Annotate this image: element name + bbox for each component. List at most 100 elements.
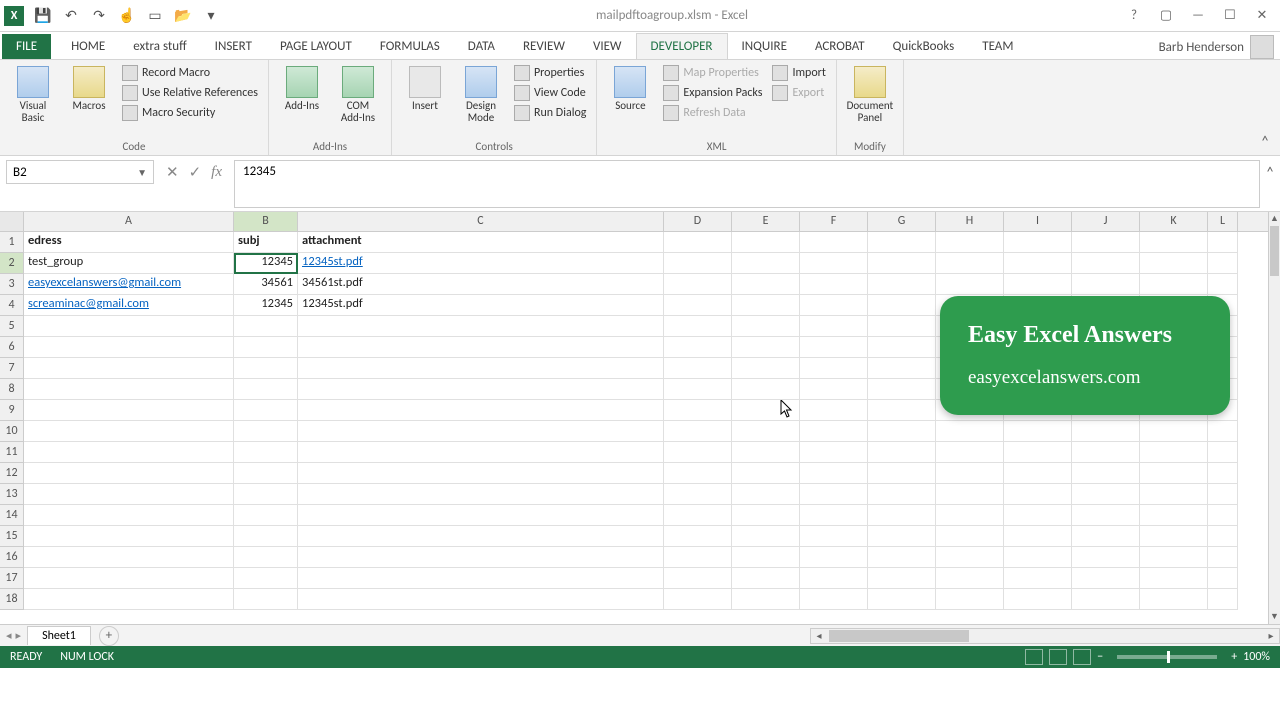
cell-I16[interactable] [1004, 547, 1072, 568]
normal-view-icon[interactable] [1025, 649, 1043, 665]
row-header-18[interactable]: 18 [0, 589, 24, 610]
cell-A3[interactable]: easyexcelanswers@gmail.com [24, 274, 234, 295]
cell-E9[interactable] [732, 400, 800, 421]
row-header-10[interactable]: 10 [0, 421, 24, 442]
open-file-icon[interactable]: 📂 [170, 3, 196, 29]
new-file-icon[interactable]: ▭ [142, 3, 168, 29]
insert-function-icon[interactable]: fx [211, 164, 222, 181]
cell-G10[interactable] [868, 421, 936, 442]
tab-insert[interactable]: INSERT [201, 34, 266, 59]
cell-K2[interactable] [1140, 253, 1208, 274]
cell-C13[interactable] [298, 484, 664, 505]
cell-B1[interactable]: subj [234, 232, 298, 253]
cell-B10[interactable] [234, 421, 298, 442]
cell-J10[interactable] [1072, 421, 1140, 442]
zoom-slider[interactable] [1117, 655, 1217, 659]
row-header-15[interactable]: 15 [0, 526, 24, 547]
column-header-L[interactable]: L [1208, 212, 1238, 231]
cell-H12[interactable] [936, 463, 1004, 484]
expansion-packs-button[interactable]: Expansion Packs [661, 84, 764, 102]
expand-formula-bar-icon[interactable]: ˄ [1260, 160, 1280, 183]
collapse-ribbon-icon[interactable]: ˄ [1256, 133, 1274, 151]
cell-D8[interactable] [664, 379, 732, 400]
row-header-12[interactable]: 12 [0, 463, 24, 484]
cell-F8[interactable] [800, 379, 868, 400]
ribbon-display-icon[interactable]: ▢ [1152, 5, 1180, 27]
name-box[interactable]: B2▼ [6, 160, 154, 184]
cell-B2[interactable]: 12345 [234, 253, 298, 274]
cell-J15[interactable] [1072, 526, 1140, 547]
cell-G14[interactable] [868, 505, 936, 526]
cell-B6[interactable] [234, 337, 298, 358]
touch-mode-icon[interactable]: ☝ [114, 3, 140, 29]
cell-D7[interactable] [664, 358, 732, 379]
cell-C16[interactable] [298, 547, 664, 568]
namebox-dropdown-icon[interactable]: ▼ [137, 166, 147, 179]
row-header-3[interactable]: 3 [0, 274, 24, 295]
cell-K14[interactable] [1140, 505, 1208, 526]
cell-G5[interactable] [868, 316, 936, 337]
cells-area[interactable]: edresssubjattachmenttest_group1234512345… [24, 232, 1268, 624]
cell-K3[interactable] [1140, 274, 1208, 295]
cell-F4[interactable] [800, 295, 868, 316]
cell-D12[interactable] [664, 463, 732, 484]
cell-C3[interactable]: 34561st.pdf [298, 274, 664, 295]
cell-A14[interactable] [24, 505, 234, 526]
cell-F5[interactable] [800, 316, 868, 337]
qat-more-icon[interactable]: ▾ [198, 3, 224, 29]
cell-G12[interactable] [868, 463, 936, 484]
column-header-G[interactable]: G [868, 212, 936, 231]
tab-review[interactable]: REVIEW [509, 34, 579, 59]
cell-D3[interactable] [664, 274, 732, 295]
row-header-17[interactable]: 17 [0, 568, 24, 589]
sheet-tab-sheet1[interactable]: Sheet1 [27, 626, 91, 645]
cell-J14[interactable] [1072, 505, 1140, 526]
xml-source-button[interactable]: Source [605, 64, 655, 114]
cell-A4[interactable]: screaminac@gmail.com [24, 295, 234, 316]
cell-F13[interactable] [800, 484, 868, 505]
document-panel-button[interactable]: Document Panel [845, 64, 895, 126]
cell-H16[interactable] [936, 547, 1004, 568]
cell-C15[interactable] [298, 526, 664, 547]
cell-G16[interactable] [868, 547, 936, 568]
cell-K13[interactable] [1140, 484, 1208, 505]
column-header-B[interactable]: B [234, 212, 298, 231]
cell-I13[interactable] [1004, 484, 1072, 505]
cell-I1[interactable] [1004, 232, 1072, 253]
cell-I14[interactable] [1004, 505, 1072, 526]
cell-I10[interactable] [1004, 421, 1072, 442]
cell-D10[interactable] [664, 421, 732, 442]
help-icon[interactable]: ? [1120, 5, 1148, 27]
cell-D4[interactable] [664, 295, 732, 316]
cell-F2[interactable] [800, 253, 868, 274]
undo-icon[interactable]: ↶ [58, 3, 84, 29]
page-layout-view-icon[interactable] [1049, 649, 1067, 665]
cell-D16[interactable] [664, 547, 732, 568]
cell-B3[interactable]: 34561 [234, 274, 298, 295]
scroll-up-icon[interactable]: ▲ [1269, 212, 1280, 226]
cell-A1[interactable]: edress [24, 232, 234, 253]
cell-A16[interactable] [24, 547, 234, 568]
cell-G2[interactable] [868, 253, 936, 274]
cell-F10[interactable] [800, 421, 868, 442]
cell-C9[interactable] [298, 400, 664, 421]
com-addins-button[interactable]: COM Add-Ins [333, 64, 383, 126]
cell-E18[interactable] [732, 589, 800, 610]
user-area[interactable]: Barb Henderson [1159, 35, 1280, 59]
cell-E16[interactable] [732, 547, 800, 568]
cell-F7[interactable] [800, 358, 868, 379]
cell-A10[interactable] [24, 421, 234, 442]
cell-G4[interactable] [868, 295, 936, 316]
cell-H13[interactable] [936, 484, 1004, 505]
row-header-11[interactable]: 11 [0, 442, 24, 463]
cell-F6[interactable] [800, 337, 868, 358]
zoom-level[interactable]: 100% [1243, 650, 1270, 664]
column-header-J[interactable]: J [1072, 212, 1140, 231]
column-header-K[interactable]: K [1140, 212, 1208, 231]
cell-C6[interactable] [298, 337, 664, 358]
cell-G18[interactable] [868, 589, 936, 610]
cell-K17[interactable] [1140, 568, 1208, 589]
cell-L1[interactable] [1208, 232, 1238, 253]
cell-J3[interactable] [1072, 274, 1140, 295]
cell-I12[interactable] [1004, 463, 1072, 484]
